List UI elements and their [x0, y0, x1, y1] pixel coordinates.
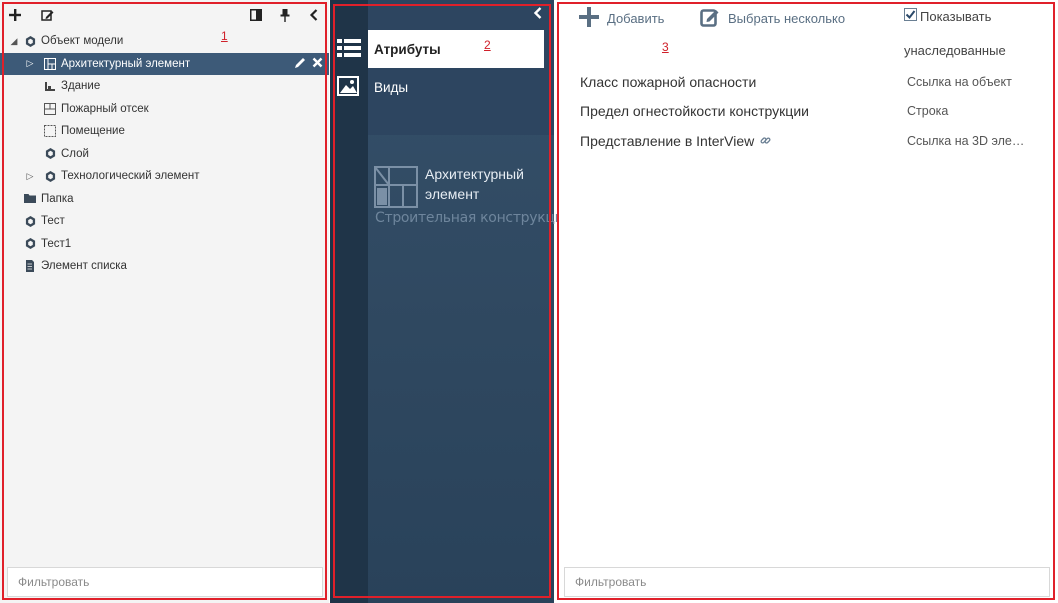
filter-placeholder: Фильтровать — [575, 575, 647, 589]
filter-placeholder: Фильтровать — [18, 575, 90, 589]
attribute-name: Представление в InterView — [580, 133, 755, 149]
show-inherited-label: Показывать — [920, 8, 992, 24]
pin-icon[interactable] — [276, 6, 294, 24]
hexagon-icon — [44, 170, 56, 182]
plus-icon[interactable] — [6, 6, 24, 24]
tab-label: Атрибуты — [374, 41, 441, 57]
attributes-filter-input[interactable]: Фильтровать — [564, 567, 1050, 597]
attribute-row[interactable]: Представление в InterView Ссылка на 3D э… — [580, 130, 1050, 152]
pencil-icon[interactable] — [294, 57, 306, 72]
edit-square-icon[interactable] — [38, 6, 56, 24]
tree-item-label: Тест1 — [41, 237, 72, 250]
attribute-type: Ссылка на 3D элем... — [907, 134, 1029, 148]
checkbox-checked-icon[interactable] — [904, 8, 917, 24]
hexagon-icon — [44, 148, 56, 160]
entity-title: Архитектурный элемент — [425, 166, 524, 202]
tree-item-test1[interactable]: Тест1 — [0, 233, 329, 256]
entity-subtitle: Строительная конструкция — [375, 210, 572, 226]
entity-nav-panel: Атрибуты Виды Архитектурный элемент Стро… — [330, 0, 572, 603]
tab-views[interactable]: Виды — [368, 68, 544, 106]
expand-arrow-icon[interactable]: ▷ — [24, 171, 36, 182]
hexagon-icon — [24, 35, 36, 47]
tree-item-building[interactable]: Здание — [0, 75, 329, 98]
tree-item-room[interactable]: Помещение — [0, 120, 329, 143]
tree-item-label: Здание — [61, 80, 101, 93]
attribute-type: Ссылка на объект — [907, 75, 1012, 89]
tree-item-label: Пожарный отсек — [61, 102, 149, 115]
chevron-left-icon[interactable] — [532, 6, 548, 22]
attribute-row[interactable]: Предел огнестойкости конструкции Строка — [580, 100, 1050, 122]
building-icon — [44, 80, 56, 92]
tree-item-tech-element[interactable]: ▷ Технологический элемент — [0, 165, 329, 188]
annotation-label-2: 2 — [484, 38, 491, 52]
add-attribute-button[interactable]: Добавить — [579, 6, 665, 30]
attributes-panel: Добавить Выбрать несколько Показывать ун… — [557, 0, 1058, 603]
document-icon — [24, 260, 36, 273]
tree-panel: ◢ Объект модели ▷ Архитектурный элемент — [0, 0, 329, 603]
tree-toolbar — [0, 0, 329, 30]
folder-icon — [24, 193, 36, 205]
tree-item-label: Элемент списка — [41, 260, 127, 273]
attribute-name: Предел огнестойкости конструкции — [580, 103, 809, 119]
list-icon[interactable] — [337, 37, 361, 61]
building-plan-icon — [374, 166, 418, 211]
entity-summary: Архитектурный элемент Строительная конст… — [374, 162, 572, 237]
multi-select-button[interactable]: Выбрать несколько — [700, 8, 845, 28]
plus-icon — [579, 6, 599, 30]
building-plan-icon — [44, 57, 56, 70]
attribute-type: Строка — [907, 104, 949, 118]
hexagon-icon — [24, 238, 36, 250]
tab-attributes[interactable]: Атрибуты — [368, 30, 544, 68]
tree-item-test[interactable]: Тест — [0, 210, 329, 233]
tree-item-label: Помещение — [61, 125, 125, 138]
edit-square-icon — [700, 7, 720, 30]
show-inherited-label-2: унаследованные — [904, 43, 1006, 58]
tab-label: Виды — [374, 79, 409, 95]
tree-item-label: Папка — [41, 192, 74, 205]
link-icon — [760, 133, 771, 149]
attribute-name: Класс пожарной опасности — [580, 74, 757, 90]
annotation-label-1: 1 — [221, 29, 228, 43]
expand-arrow-icon[interactable]: ▷ — [24, 58, 36, 69]
tree-item-list-element[interactable]: Элемент списка — [0, 255, 329, 278]
tree-item-folder[interactable]: Папка — [0, 188, 329, 211]
annotation-label-3: 3 — [662, 40, 669, 54]
tree-item-fire-compartment[interactable]: Пожарный отсек — [0, 98, 329, 121]
close-icon[interactable] — [312, 57, 323, 72]
tree-item-label: Объект модели — [41, 35, 124, 48]
add-label: Добавить — [607, 10, 665, 26]
room-icon — [44, 125, 56, 138]
show-inherited-toggle[interactable]: Показывать унаследованные — [904, 8, 1054, 58]
tree-item-label: Тест — [41, 215, 65, 228]
hexagon-icon — [24, 215, 36, 227]
fire-compartment-icon — [44, 102, 56, 115]
tree-item-architectural-element[interactable]: ▷ Архитектурный элемент — [0, 52, 329, 75]
expand-arrow-icon[interactable]: ◢ — [8, 36, 20, 47]
tree-item-model-object[interactable]: ◢ Объект модели — [0, 30, 329, 53]
tree-item-label: Технологический элемент — [61, 170, 200, 183]
tree-item-label: Слой — [61, 147, 89, 160]
tree-list: ◢ Объект модели ▷ Архитектурный элемент — [0, 30, 329, 278]
panel-layout-icon[interactable] — [247, 6, 265, 24]
tree-filter-input[interactable]: Фильтровать — [7, 567, 323, 597]
tree-item-layer[interactable]: Слой — [0, 143, 329, 166]
multi-select-label: Выбрать несколько — [728, 10, 846, 26]
chevron-left-icon[interactable] — [305, 6, 323, 24]
tree-item-label: Архитектурный элемент — [61, 57, 191, 70]
image-icon[interactable] — [337, 76, 361, 100]
attribute-row[interactable]: Класс пожарной опасности Ссылка на объек… — [580, 71, 1050, 93]
